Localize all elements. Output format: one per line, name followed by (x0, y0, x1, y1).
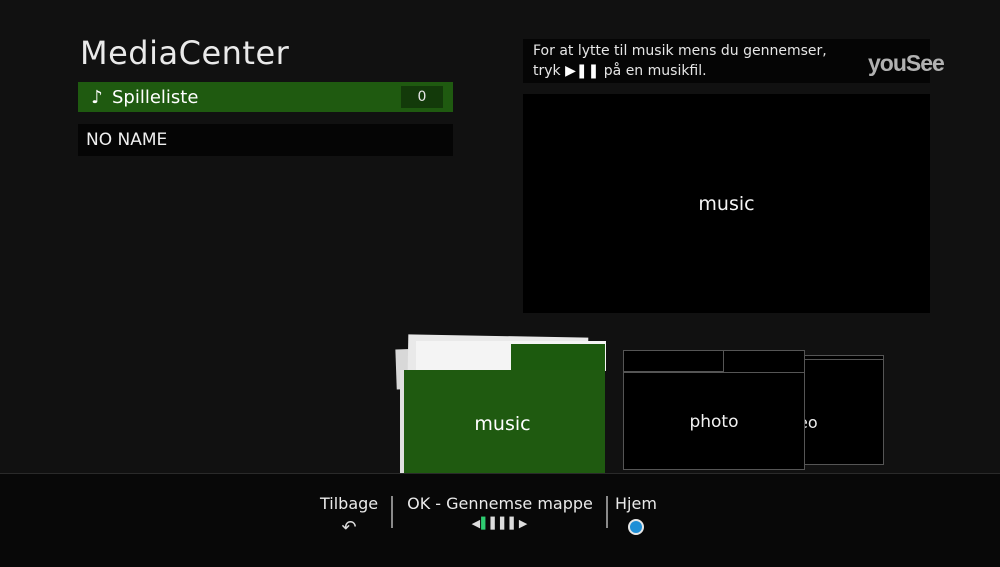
playlist-item[interactable]: ♪ Spilleliste 0 (78, 82, 453, 112)
home-hint[interactable]: Hjem (615, 494, 657, 535)
device-label: NO NAME (86, 130, 168, 150)
folder-music[interactable]: music (395, 334, 611, 476)
preview-label: music (698, 192, 755, 215)
folder-music-label: music (474, 413, 531, 435)
preview-panel: music (523, 94, 930, 313)
folder-photo-label: photo (689, 412, 739, 432)
hint-line-2-suffix: på en musikfil. (603, 63, 707, 79)
hint-line-2: tryk ▶❚❚ på en musikfil. (533, 63, 707, 79)
play-pause-icon: ▶❚❚ (565, 63, 600, 79)
folder-photo[interactable]: photo (623, 350, 805, 470)
yousee-logo: youSee (868, 50, 945, 76)
ok-label: OK - Gennemse mappe (407, 494, 593, 513)
footer-help-bar: Tilbage ↶ OK - Gennemse mappe ◀▌▌▌▌▶ Hje… (0, 473, 1000, 567)
navigation-arrows-icon: ◀▌▌▌▌▶ (471, 517, 529, 530)
playlist-count-badge: 0 (401, 86, 443, 108)
hint-line-1: For at lytte til musik mens du gennemser… (533, 43, 827, 59)
storage-device-item[interactable]: NO NAME (78, 124, 453, 156)
music-note-icon: ♪ (91, 86, 103, 108)
ok-browse-hint[interactable]: OK - Gennemse mappe ◀▌▌▌▌▶ (400, 494, 600, 530)
footer-divider (606, 496, 608, 528)
blue-dot-icon (627, 519, 644, 535)
back-arrow-icon: ↶ (341, 517, 357, 538)
folder-notch (723, 350, 805, 372)
mediacenter-screen: MediaCenter ♪ Spilleliste 0 NO NAME For … (0, 0, 1000, 567)
folder-tab (511, 344, 605, 372)
back-hint[interactable]: Tilbage ↶ (320, 494, 378, 538)
back-label: Tilbage (320, 494, 379, 513)
playlist-label: Spilleliste (112, 86, 199, 108)
home-label: Hjem (615, 494, 657, 513)
footer-divider (391, 496, 393, 528)
page-title: MediaCenter (80, 34, 290, 72)
hint-line-2-prefix: tryk (533, 63, 561, 79)
